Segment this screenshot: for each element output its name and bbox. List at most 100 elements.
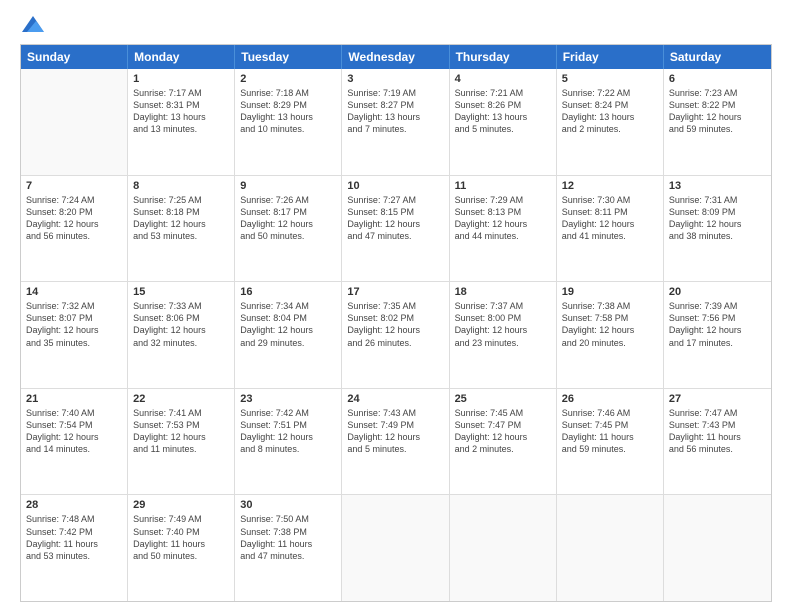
cell-info-line: Sunrise: 7:22 AM (562, 87, 658, 99)
weekday-header-saturday: Saturday (664, 45, 771, 69)
day-number: 24 (347, 393, 443, 405)
calendar-cell: 28Sunrise: 7:48 AMSunset: 7:42 PMDayligh… (21, 495, 128, 601)
day-number: 18 (455, 286, 551, 298)
calendar-cell (21, 69, 128, 175)
calendar-cell: 7Sunrise: 7:24 AMSunset: 8:20 PMDaylight… (21, 176, 128, 282)
cell-info-line: Sunrise: 7:25 AM (133, 194, 229, 206)
page-container: SundayMondayTuesdayWednesdayThursdayFrid… (0, 0, 792, 612)
calendar-cell (664, 495, 771, 601)
cell-info-line: and 20 minutes. (562, 337, 658, 349)
cell-info-line: and 5 minutes. (455, 123, 551, 135)
day-number: 22 (133, 393, 229, 405)
cell-info-line: Sunset: 8:09 PM (669, 206, 766, 218)
cell-info-line: Sunset: 8:13 PM (455, 206, 551, 218)
cell-info-line: Daylight: 12 hours (240, 431, 336, 443)
calendar-row-4: 28Sunrise: 7:48 AMSunset: 7:42 PMDayligh… (21, 495, 771, 601)
cell-info-line: Sunrise: 7:30 AM (562, 194, 658, 206)
cell-info-line: Daylight: 11 hours (26, 538, 122, 550)
day-number: 4 (455, 73, 551, 85)
day-number: 27 (669, 393, 766, 405)
weekday-header-tuesday: Tuesday (235, 45, 342, 69)
cell-info-line: and 59 minutes. (669, 123, 766, 135)
cell-info-line: Daylight: 13 hours (562, 111, 658, 123)
cell-info-line: Sunset: 8:15 PM (347, 206, 443, 218)
cell-info-line: Sunrise: 7:43 AM (347, 407, 443, 419)
cell-info-line: Sunset: 8:31 PM (133, 99, 229, 111)
calendar-cell: 24Sunrise: 7:43 AMSunset: 7:49 PMDayligh… (342, 389, 449, 495)
calendar-cell: 11Sunrise: 7:29 AMSunset: 8:13 PMDayligh… (450, 176, 557, 282)
day-number: 8 (133, 180, 229, 192)
cell-info-line: and 41 minutes. (562, 230, 658, 242)
cell-info-line: and 14 minutes. (26, 443, 122, 455)
cell-info-line: Sunrise: 7:33 AM (133, 300, 229, 312)
calendar-cell: 29Sunrise: 7:49 AMSunset: 7:40 PMDayligh… (128, 495, 235, 601)
calendar-cell: 1Sunrise: 7:17 AMSunset: 8:31 PMDaylight… (128, 69, 235, 175)
cell-info-line: and 2 minutes. (455, 443, 551, 455)
day-number: 17 (347, 286, 443, 298)
cell-info-line: Daylight: 12 hours (562, 324, 658, 336)
cell-info-line: Daylight: 12 hours (240, 324, 336, 336)
cell-info-line: and 32 minutes. (133, 337, 229, 349)
calendar-cell: 16Sunrise: 7:34 AMSunset: 8:04 PMDayligh… (235, 282, 342, 388)
cell-info-line: and 38 minutes. (669, 230, 766, 242)
cell-info-line: Sunset: 8:22 PM (669, 99, 766, 111)
day-number: 21 (26, 393, 122, 405)
cell-info-line: Sunset: 8:29 PM (240, 99, 336, 111)
cell-info-line: Sunset: 7:58 PM (562, 312, 658, 324)
cell-info-line: and 56 minutes. (669, 443, 766, 455)
cell-info-line: Sunset: 7:40 PM (133, 526, 229, 538)
day-number: 19 (562, 286, 658, 298)
cell-info-line: Daylight: 11 hours (562, 431, 658, 443)
calendar-cell: 12Sunrise: 7:30 AMSunset: 8:11 PMDayligh… (557, 176, 664, 282)
cell-info-line: Sunrise: 7:18 AM (240, 87, 336, 99)
cell-info-line: Sunrise: 7:50 AM (240, 513, 336, 525)
day-number: 9 (240, 180, 336, 192)
calendar-row-2: 14Sunrise: 7:32 AMSunset: 8:07 PMDayligh… (21, 282, 771, 389)
cell-info-line: Daylight: 12 hours (133, 218, 229, 230)
cell-info-line: Sunrise: 7:34 AM (240, 300, 336, 312)
calendar: SundayMondayTuesdayWednesdayThursdayFrid… (20, 44, 772, 602)
cell-info-line: Sunset: 8:00 PM (455, 312, 551, 324)
cell-info-line: Sunset: 8:24 PM (562, 99, 658, 111)
calendar-cell: 18Sunrise: 7:37 AMSunset: 8:00 PMDayligh… (450, 282, 557, 388)
cell-info-line: Sunrise: 7:37 AM (455, 300, 551, 312)
cell-info-line: Daylight: 12 hours (455, 218, 551, 230)
logo (20, 18, 44, 34)
day-number: 15 (133, 286, 229, 298)
calendar-cell: 19Sunrise: 7:38 AMSunset: 7:58 PMDayligh… (557, 282, 664, 388)
day-number: 1 (133, 73, 229, 85)
cell-info-line: and 11 minutes. (133, 443, 229, 455)
cell-info-line: and 50 minutes. (240, 230, 336, 242)
day-number: 30 (240, 499, 336, 511)
calendar-cell: 30Sunrise: 7:50 AMSunset: 7:38 PMDayligh… (235, 495, 342, 601)
cell-info-line: and 13 minutes. (133, 123, 229, 135)
day-number: 20 (669, 286, 766, 298)
calendar-row-1: 7Sunrise: 7:24 AMSunset: 8:20 PMDaylight… (21, 176, 771, 283)
calendar-cell: 2Sunrise: 7:18 AMSunset: 8:29 PMDaylight… (235, 69, 342, 175)
cell-info-line: Daylight: 12 hours (347, 218, 443, 230)
cell-info-line: Sunrise: 7:42 AM (240, 407, 336, 419)
cell-info-line: Sunrise: 7:45 AM (455, 407, 551, 419)
calendar-row-0: 1Sunrise: 7:17 AMSunset: 8:31 PMDaylight… (21, 69, 771, 176)
cell-info-line: Daylight: 13 hours (133, 111, 229, 123)
cell-info-line: Sunrise: 7:47 AM (669, 407, 766, 419)
cell-info-line: Sunrise: 7:39 AM (669, 300, 766, 312)
calendar-cell (450, 495, 557, 601)
day-number: 16 (240, 286, 336, 298)
cell-info-line: Sunrise: 7:31 AM (669, 194, 766, 206)
weekday-header-monday: Monday (128, 45, 235, 69)
calendar-cell: 13Sunrise: 7:31 AMSunset: 8:09 PMDayligh… (664, 176, 771, 282)
calendar-cell: 10Sunrise: 7:27 AMSunset: 8:15 PMDayligh… (342, 176, 449, 282)
cell-info-line: Daylight: 12 hours (347, 324, 443, 336)
weekday-header-sunday: Sunday (21, 45, 128, 69)
cell-info-line: and 50 minutes. (133, 550, 229, 562)
cell-info-line: Sunrise: 7:35 AM (347, 300, 443, 312)
cell-info-line: Sunrise: 7:19 AM (347, 87, 443, 99)
cell-info-line: and 7 minutes. (347, 123, 443, 135)
calendar-cell: 4Sunrise: 7:21 AMSunset: 8:26 PMDaylight… (450, 69, 557, 175)
cell-info-line: Sunset: 7:38 PM (240, 526, 336, 538)
calendar-header: SundayMondayTuesdayWednesdayThursdayFrid… (21, 45, 771, 69)
cell-info-line: and 26 minutes. (347, 337, 443, 349)
cell-info-line: Sunrise: 7:24 AM (26, 194, 122, 206)
calendar-cell (557, 495, 664, 601)
